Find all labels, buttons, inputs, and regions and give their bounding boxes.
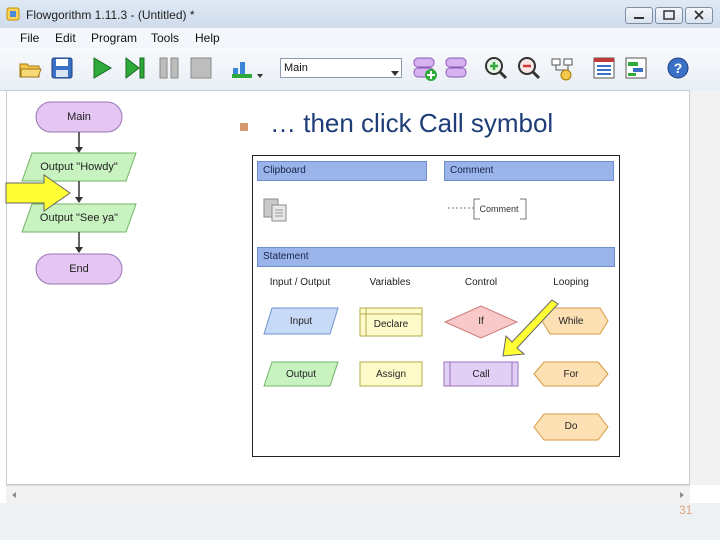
step-icon[interactable]: [123, 56, 147, 80]
slide-instruction: … then click Call symbol: [270, 108, 554, 138]
declare-label: Declare: [373, 319, 409, 330]
open-folder-icon[interactable]: [18, 56, 42, 80]
menu-help[interactable]: Help: [195, 31, 220, 45]
save-icon[interactable]: [50, 56, 74, 80]
pause-icon[interactable]: [157, 56, 181, 80]
do-label: Do: [564, 421, 578, 432]
if-label: If: [478, 316, 484, 327]
close-window-button[interactable]: [685, 7, 713, 24]
output-seeya-label: Output "See ya": [39, 212, 119, 224]
zoom-out-icon[interactable]: [517, 56, 541, 80]
clipboard-header: Clipboard: [257, 161, 427, 181]
comment-symbol-label: Comment: [479, 204, 519, 214]
console-icon[interactable]: [624, 56, 648, 80]
vertical-scrollbar[interactable]: [690, 90, 720, 485]
svg-text:?: ?: [674, 60, 683, 76]
variable-watch-icon[interactable]: [592, 56, 616, 80]
output-label: Output: [285, 369, 317, 380]
horizontal-scrollbar[interactable]: [6, 485, 690, 504]
output-howdy-label: Output "Howdy": [40, 161, 118, 173]
category-looping: Looping: [553, 277, 589, 288]
input-label: Input: [289, 316, 313, 327]
zoom-in-icon[interactable]: [484, 56, 508, 80]
menu-tools[interactable]: Tools: [151, 31, 179, 45]
while-label: While: [558, 316, 584, 327]
page-number: 31: [679, 503, 693, 517]
end-label: End: [69, 263, 89, 275]
category-control: Control: [464, 277, 498, 288]
app-icon: [6, 7, 20, 21]
dropdown-arrow-icon[interactable]: [256, 66, 264, 78]
menu-edit[interactable]: Edit: [55, 31, 76, 45]
function-select-value: Main: [284, 62, 308, 74]
bullet-marker: [240, 123, 248, 131]
chevron-down-icon: [390, 65, 400, 76]
menu-program[interactable]: Program: [91, 31, 137, 45]
maximize-button[interactable]: [655, 7, 683, 24]
category-variables: Variables: [369, 277, 411, 288]
chart-icon[interactable]: [230, 56, 254, 80]
comment-header: Comment: [444, 161, 614, 181]
assign-label: Assign: [375, 369, 406, 380]
menu-file[interactable]: File: [20, 31, 39, 45]
category-input-output: Input / Output: [269, 277, 331, 288]
minimize-button[interactable]: [625, 7, 653, 24]
run-icon[interactable]: [90, 56, 114, 80]
for-label: For: [563, 369, 579, 380]
call-label: Call: [472, 369, 490, 380]
remove-function-icon[interactable]: [444, 56, 468, 80]
stop-icon[interactable]: [189, 56, 213, 80]
add-function-icon[interactable]: [412, 56, 437, 81]
main-label: Main: [67, 111, 91, 123]
help-icon[interactable]: ?: [666, 56, 690, 80]
clipboard-icon[interactable]: [262, 196, 290, 222]
status-bar: [0, 503, 720, 540]
layout-icon[interactable]: [550, 56, 574, 81]
window-title: Flowgorithm 1.11.3 - (Untitled) *: [26, 8, 195, 22]
statement-header: Statement: [257, 247, 615, 267]
